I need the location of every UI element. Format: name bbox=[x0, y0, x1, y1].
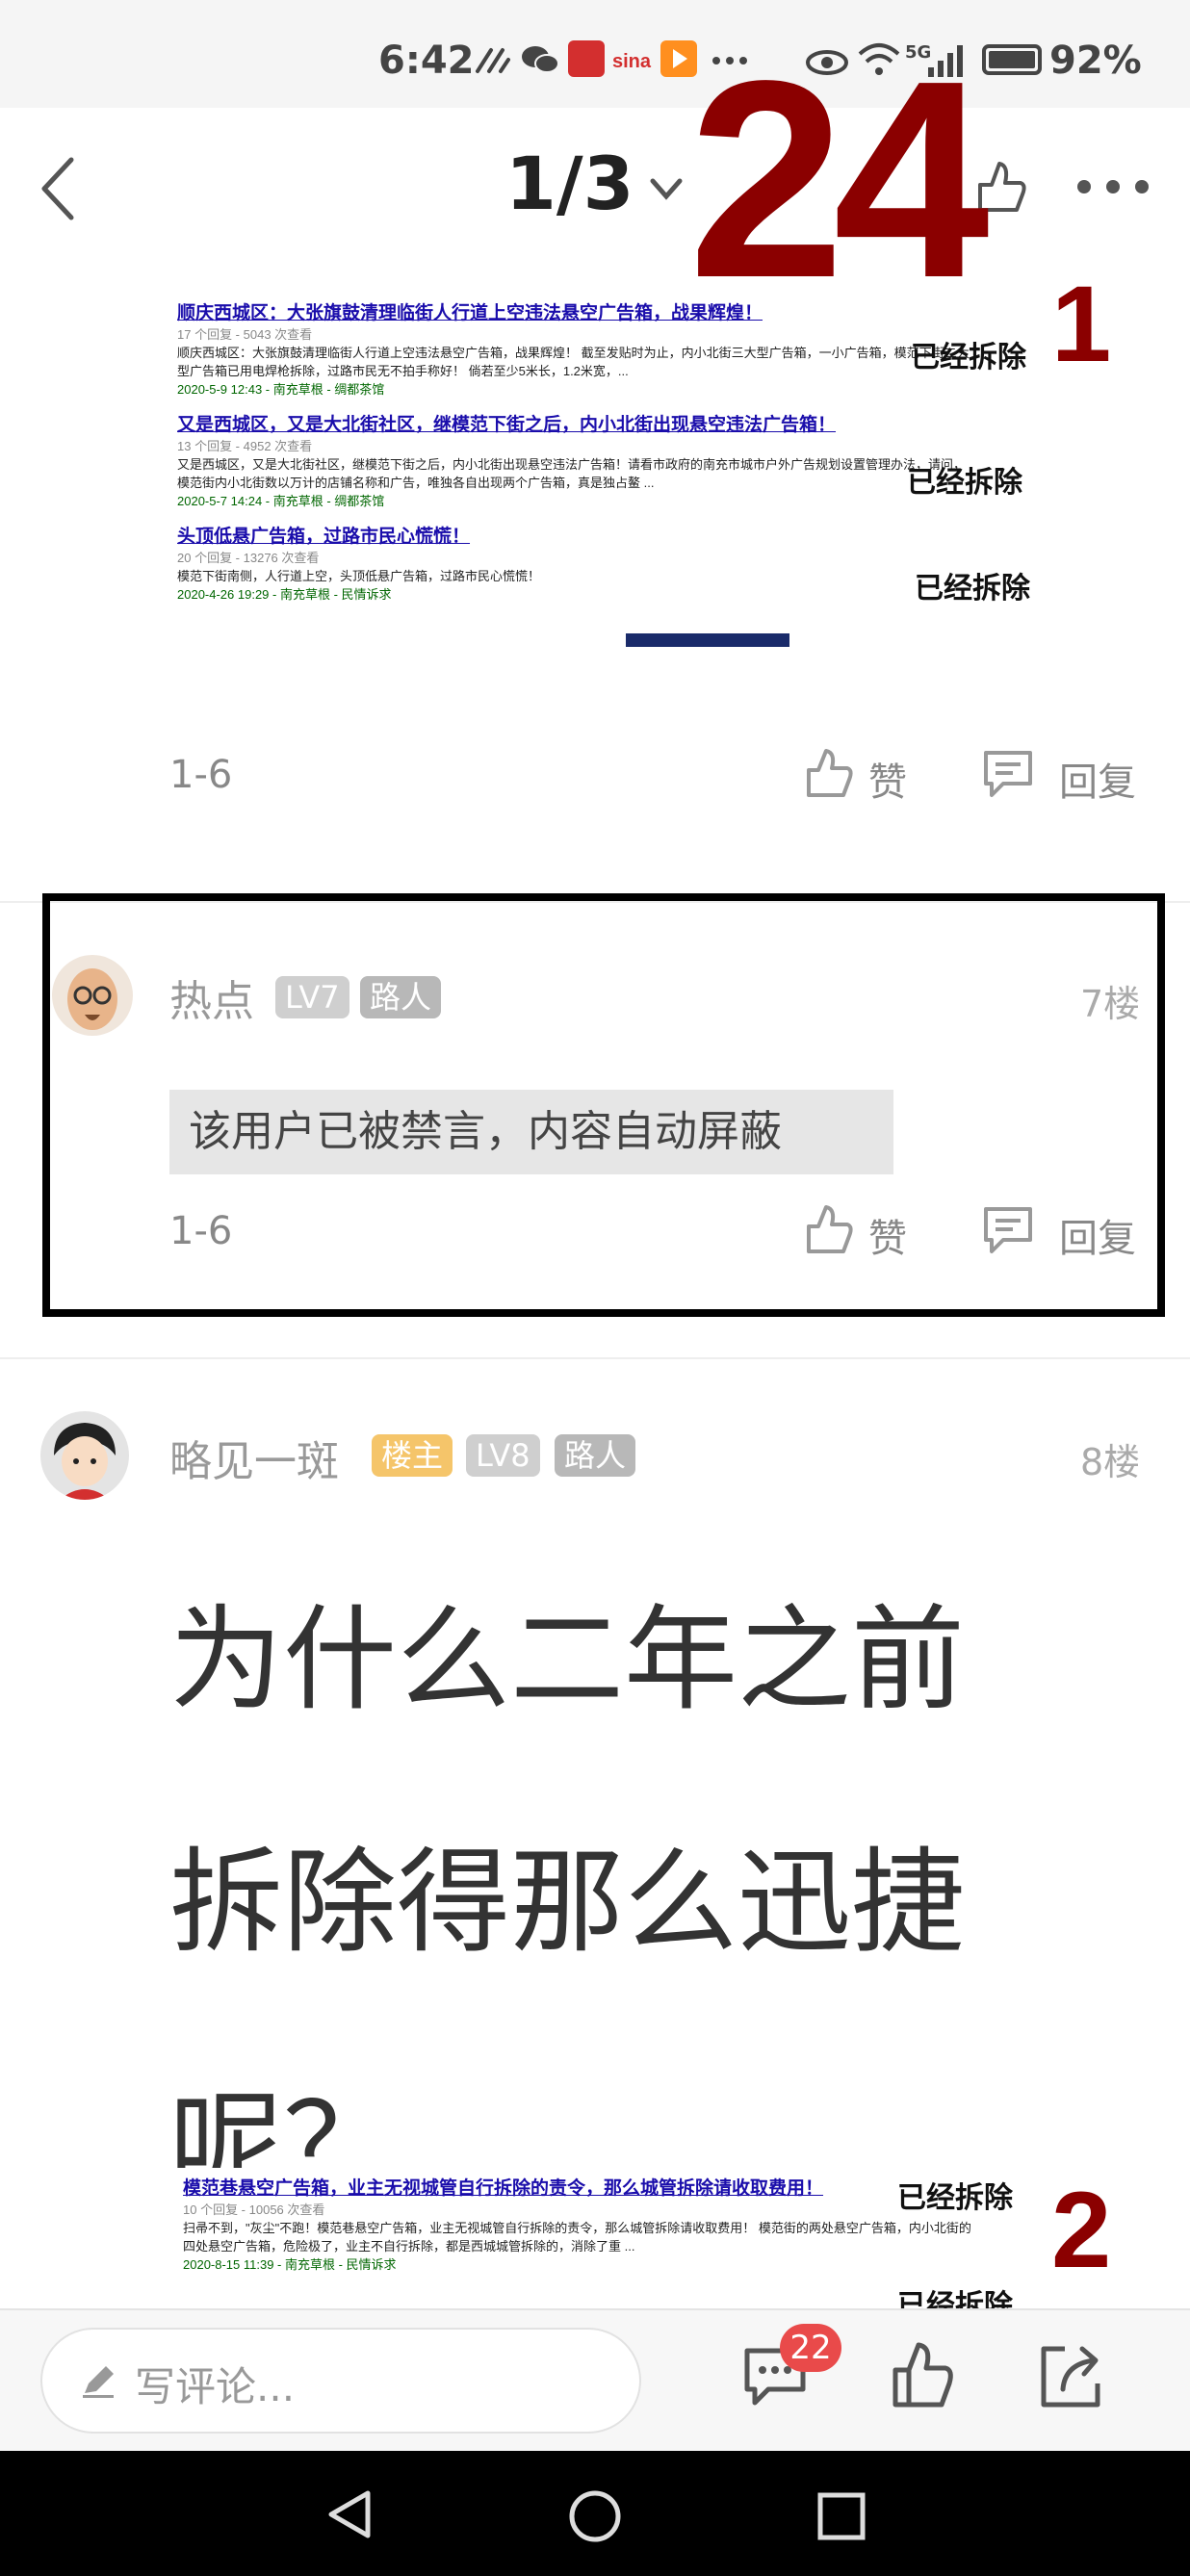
like-button-icon[interactable] bbox=[888, 2339, 957, 2412]
username[interactable]: 略见一斑 bbox=[169, 1427, 339, 1488]
snippet-body: 又是西城区，又是大北街社区，继模范下街之后，内小北街出现悬空违法广告箱！请看市政… bbox=[177, 457, 967, 472]
snippet-date: 2020-5-7 14:24 - 南充草根 - 绸都茶馆 bbox=[177, 494, 385, 508]
like-label[interactable]: 赞 bbox=[868, 1207, 907, 1263]
post-content: 为什么二年之前 拆除得那么迅捷 呢？ bbox=[169, 1538, 965, 2266]
battery-percent: 92% bbox=[1049, 39, 1142, 83]
reply-label[interactable]: 回复 bbox=[1059, 1207, 1136, 1263]
post-date: 1-6 bbox=[169, 753, 233, 797]
chevron-down-icon[interactable] bbox=[647, 175, 686, 202]
comment-placeholder: 写评论... bbox=[135, 2363, 296, 2410]
divider bbox=[0, 1357, 1190, 1359]
snippet-meta: 20 个回复 - 13276 次查看 bbox=[177, 551, 320, 565]
battery-icon bbox=[982, 44, 1042, 75]
snippet-date: 2020-5-9 12:43 - 南充草根 - 绸都茶馆 bbox=[177, 382, 385, 397]
removed-stamp: 已经拆除 bbox=[897, 2289, 1013, 2308]
floor-number: 7楼 bbox=[1080, 983, 1141, 1025]
removed-stamp: 已经拆除 bbox=[907, 466, 1022, 500]
post1-image[interactable]: 顺庆西城区：大张旗鼓清理临街人行道上空违法悬空广告箱，战果辉煌！ 17 个回复 … bbox=[169, 298, 1051, 664]
removed-stamp: 已经拆除 bbox=[911, 341, 1026, 374]
nav-recents-icon[interactable] bbox=[815, 2489, 868, 2543]
avatar[interactable] bbox=[40, 1411, 129, 1500]
removed-stamp: 已经拆除 bbox=[897, 2181, 1013, 2215]
comment-input[interactable]: 写评论... bbox=[40, 2328, 641, 2434]
page-indicator[interactable]: 1/3 bbox=[505, 141, 634, 226]
pencil-icon bbox=[83, 2366, 114, 2398]
thread-content: 顺庆西城区：大张旗鼓清理临街人行道上空违法悬空广告箱，战果辉煌！ 17 个回复 … bbox=[0, 264, 1190, 2308]
overlay-marker-1: 1 bbox=[1051, 264, 1112, 384]
overlay-marker-2: 2 bbox=[1051, 2170, 1112, 2290]
status-time: 6:42 bbox=[378, 39, 475, 83]
wechat-icon bbox=[522, 46, 559, 73]
like-label[interactable]: 赞 bbox=[868, 751, 907, 807]
back-icon[interactable] bbox=[37, 156, 79, 221]
level-badge: LV7 bbox=[275, 976, 349, 1018]
nav-back-icon[interactable] bbox=[322, 2487, 375, 2541]
app-red-icon bbox=[568, 40, 605, 77]
comment-icon[interactable] bbox=[980, 747, 1036, 803]
more-icon[interactable] bbox=[1074, 175, 1151, 198]
post-content-line: 拆除得那么迅捷 bbox=[169, 1836, 966, 1969]
reply-label[interactable]: 回复 bbox=[1059, 751, 1136, 807]
comment-count-badge: 22 bbox=[780, 2324, 841, 2372]
snippet-title: 模范巷悬空广告箱，业主无视城管自行拆除的责令，那么城管拆除请收取费用！ bbox=[183, 2178, 824, 2199]
thumbs-up-icon[interactable] bbox=[801, 745, 855, 803]
share-icon[interactable] bbox=[1036, 2339, 1105, 2412]
snippet-body: 模范下街南侧，人行道上空，头顶低悬广告箱，过路市民心慌慌！ bbox=[177, 569, 541, 583]
overlay-number: 24 bbox=[688, 22, 990, 336]
floor-number: 8楼 bbox=[1080, 1441, 1141, 1483]
snippet-body: 顺庆西城区：大张旗鼓清理临街人行道上空违法悬空广告箱，战果辉煌！ 截至发贴时为止… bbox=[177, 346, 970, 360]
comment-icon[interactable] bbox=[980, 1203, 1036, 1259]
snippet-title: 头顶低悬广告箱，过路市民心慌慌！ bbox=[177, 527, 471, 547]
removed-stamp: 已经拆除 bbox=[915, 572, 1030, 605]
snippet-body: 型广告箱已用电焊枪拆除，过路市民无不拍手称好！ 倘若至少5米长，1.2米宽，..… bbox=[177, 364, 629, 378]
comments-button[interactable]: 22 bbox=[741, 2324, 841, 2414]
snippet-body: 模范街内小北街数以万计的店铺名称和广告，唯独各自出现两个广告箱，真是独占鳌 ..… bbox=[177, 476, 655, 490]
weibo-icon: sina bbox=[612, 51, 652, 72]
role-badge: 路人 bbox=[555, 1434, 636, 1477]
snippet-meta: 10 个回复 - 10056 次查看 bbox=[183, 2202, 325, 2217]
snippet-title: 又是西城区，又是大北街社区，继模范下街之后，内小北街出现悬空违法广告箱！ bbox=[177, 415, 837, 435]
role-badge: 路人 bbox=[360, 976, 442, 1018]
snippet-date: 2020-8-15 11:39 - 南充草根 - 民情诉求 bbox=[183, 2257, 397, 2272]
nav-home-icon[interactable] bbox=[566, 2487, 624, 2545]
thumbs-up-icon[interactable] bbox=[801, 1201, 855, 1259]
link-icon bbox=[476, 48, 510, 73]
muted-content: 该用户已被禁言，内容自动屏蔽 bbox=[169, 1090, 893, 1174]
username[interactable]: 热点 bbox=[169, 966, 254, 1028]
snippet-body: 扫帚不到，"灰尘"不跑！模范巷悬空广告箱，业主无视城管自行拆除的责令，那么城管拆… bbox=[183, 2221, 971, 2235]
avatar[interactable] bbox=[52, 955, 133, 1036]
post-content-line: 为什么二年之前 bbox=[169, 1593, 966, 1726]
level-badge: LV8 bbox=[466, 1434, 540, 1477]
post3-image[interactable]: 模范巷悬空广告箱，业主无视城管自行拆除的责令，那么城管拆除请收取费用！ 10 个… bbox=[169, 2168, 1084, 2308]
snippet-body: 四处悬空广告箱，危险极了，业主不自行拆除，都是西城城管拆除的，消除了重 ... bbox=[183, 2239, 635, 2254]
snippet-date: 2020-4-26 19:29 - 南充草根 - 民情诉求 bbox=[177, 587, 392, 602]
owner-badge: 楼主 bbox=[372, 1434, 453, 1477]
snippet-meta: 13 个回复 - 4952 次查看 bbox=[177, 439, 313, 453]
system-nav-bar bbox=[0, 2451, 1190, 2576]
post-date: 1-6 bbox=[169, 1209, 233, 1253]
bottom-action-bar: 写评论... 22 bbox=[0, 2308, 1190, 2451]
ime-toolbar-graphic bbox=[626, 633, 789, 647]
svg-text:sina: sina bbox=[612, 51, 652, 72]
status-bar: 6:42 sina 5G 92% bbox=[0, 0, 1190, 108]
